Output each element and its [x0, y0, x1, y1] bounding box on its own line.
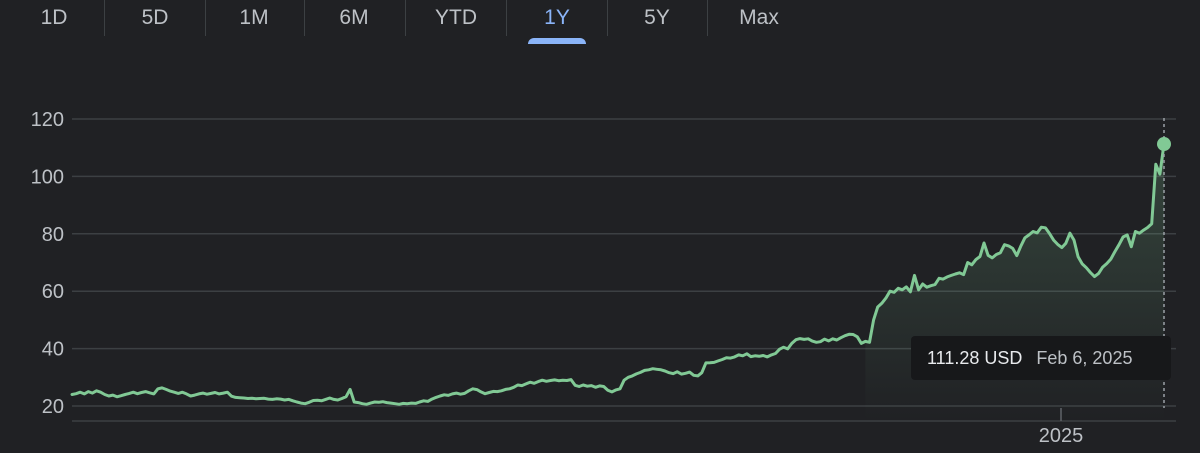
y-tick-label: 80 — [42, 224, 64, 246]
price-chart: 20 40 60 80 100 120 2025 — [31, 109, 1176, 447]
y-tick-label: 60 — [42, 281, 64, 303]
y-tick-label: 100 — [31, 166, 64, 188]
x-tick-label: 2025 — [1039, 425, 1084, 447]
last-price-point[interactable] — [1157, 137, 1171, 152]
tooltip-price: 111.28 USD — [927, 347, 1023, 368]
y-tick-label: 40 — [42, 339, 64, 361]
price-tooltip: 111.28 USD Feb 6, 2025 — [911, 336, 1171, 380]
y-tick-label: 120 — [31, 109, 64, 131]
y-tick-label: 20 — [42, 396, 64, 418]
tooltip-date: Feb 6, 2025 — [1036, 347, 1133, 368]
